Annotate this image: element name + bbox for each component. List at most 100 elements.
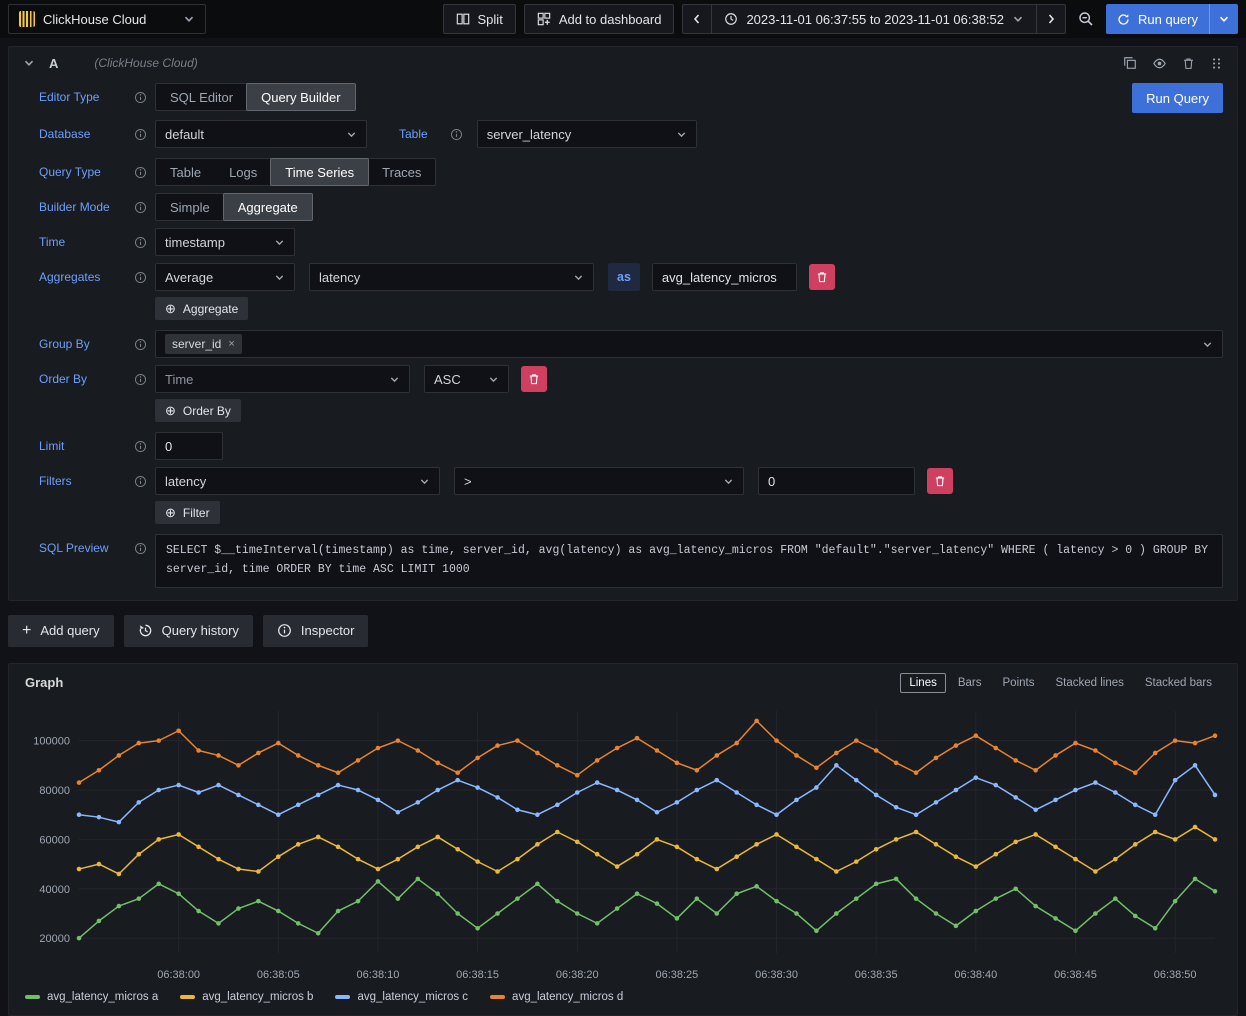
chevron-down-icon — [419, 476, 430, 487]
as-keyword-badge[interactable]: as — [608, 263, 640, 291]
datasource-name: ClickHouse Cloud — [43, 12, 146, 27]
chevron-down-icon — [1218, 13, 1230, 25]
chevron-down-icon — [183, 13, 195, 25]
graph-mode-stacked-bars[interactable]: Stacked bars — [1136, 673, 1221, 693]
svg-text:40000: 40000 — [39, 884, 70, 896]
duplicate-query-icon[interactable] — [1123, 56, 1137, 70]
info-icon[interactable] — [134, 373, 147, 386]
query-type-traces[interactable]: Traces — [368, 159, 435, 185]
run-query-interval-dropdown[interactable] — [1209, 4, 1238, 34]
order-by-direction-select[interactable]: ASC — [424, 365, 509, 393]
trash-icon — [934, 475, 946, 487]
legend-item[interactable]: avg_latency_micros b — [180, 991, 313, 1003]
plus-circle-icon: ⊕ — [165, 404, 176, 417]
query-ref-id[interactable]: A — [49, 56, 58, 71]
svg-text:06:38:10: 06:38:10 — [357, 969, 400, 981]
group-by-multiselect[interactable]: server_id × — [155, 330, 1223, 358]
info-icon[interactable] — [450, 128, 463, 141]
timeseries-chart[interactable]: 2000040000600008000010000006:38:0006:38:… — [17, 697, 1229, 989]
svg-text:06:38:35: 06:38:35 — [855, 969, 898, 981]
svg-text:06:38:25: 06:38:25 — [655, 969, 698, 981]
add-query-button[interactable]: + Add query — [8, 615, 114, 647]
remove-tag-icon[interactable]: × — [228, 338, 234, 350]
add-to-dashboard-button[interactable]: Add to dashboard — [524, 4, 675, 34]
builder-mode-simple[interactable]: Simple — [156, 194, 224, 220]
remove-order-by-button[interactable] — [521, 366, 547, 392]
time-shift-back-button[interactable] — [682, 4, 712, 34]
editor-type-query-builder[interactable]: Query Builder — [246, 83, 355, 111]
series-color-swatch — [25, 995, 40, 999]
zoom-out-button[interactable] — [1074, 11, 1098, 27]
clickhouse-logo-icon — [19, 11, 35, 27]
graph-mode-stacked-lines[interactable]: Stacked lines — [1046, 673, 1132, 693]
remove-aggregate-button[interactable] — [809, 264, 835, 290]
aggregate-alias-input[interactable] — [652, 263, 797, 291]
query-type-time-series[interactable]: Time Series — [270, 158, 369, 186]
run-query-button[interactable]: Run query — [1106, 4, 1209, 34]
table-select[interactable]: server_latency — [477, 120, 697, 148]
info-icon[interactable] — [134, 201, 147, 214]
add-aggregate-button[interactable]: ⊕ Aggregate — [155, 297, 248, 320]
info-icon[interactable] — [134, 542, 147, 555]
trash-icon — [528, 373, 540, 385]
time-shift-forward-button[interactable] — [1036, 4, 1066, 34]
order-by-field-select[interactable]: Time — [155, 365, 410, 393]
svg-text:06:38:40: 06:38:40 — [954, 969, 997, 981]
svg-text:06:38:30: 06:38:30 — [755, 969, 798, 981]
aggregate-function-select[interactable]: Average — [155, 263, 295, 291]
info-icon[interactable] — [134, 338, 147, 351]
chevron-down-icon — [573, 272, 584, 283]
editor-type-sql-editor[interactable]: SQL Editor — [156, 84, 247, 110]
inspector-button[interactable]: Inspector — [263, 615, 368, 647]
svg-text:80000: 80000 — [39, 785, 70, 797]
database-select[interactable]: default — [155, 120, 367, 148]
info-icon[interactable] — [134, 166, 147, 179]
add-filter-button[interactable]: ⊕ Filter — [155, 501, 220, 524]
plus-icon: + — [22, 623, 31, 639]
remove-query-trash-icon[interactable] — [1182, 57, 1195, 70]
graph-mode-points[interactable]: Points — [994, 673, 1044, 693]
graph-mode-bars[interactable]: Bars — [949, 673, 991, 693]
hide-query-eye-icon[interactable] — [1152, 56, 1167, 71]
legend-item[interactable]: avg_latency_micros a — [25, 991, 158, 1003]
editor-type-toggle: SQL Editor Query Builder — [155, 83, 356, 111]
chevron-down-icon — [346, 129, 357, 140]
datasource-picker[interactable]: ClickHouse Cloud — [8, 4, 206, 34]
legend-item[interactable]: avg_latency_micros c — [335, 991, 468, 1003]
run-query-panel-button[interactable]: Run Query — [1132, 83, 1223, 113]
query-type-logs[interactable]: Logs — [215, 159, 271, 185]
collapse-query-icon[interactable] — [23, 57, 35, 69]
drag-handle-icon[interactable] — [1210, 57, 1223, 70]
chevron-right-icon — [1045, 13, 1057, 25]
builder-mode-label: Builder Mode — [23, 193, 147, 221]
query-history-button[interactable]: Query history — [124, 615, 253, 647]
filter-operator-select[interactable]: > — [454, 467, 744, 495]
legend-item[interactable]: avg_latency_micros d — [490, 991, 623, 1003]
time-range-button[interactable]: 2023-11-01 06:37:55 to 2023-11-01 06:38:… — [711, 4, 1037, 34]
aggregate-column-select[interactable]: latency — [309, 263, 594, 291]
graph-title: Graph — [25, 675, 63, 690]
remove-filter-button[interactable] — [927, 468, 953, 494]
order-by-label: Order By — [23, 365, 147, 393]
split-button[interactable]: Split — [443, 4, 516, 34]
filter-value-input[interactable] — [758, 467, 915, 495]
info-icon[interactable] — [134, 271, 147, 284]
filter-field-select[interactable]: latency — [155, 467, 440, 495]
svg-text:06:38:00: 06:38:00 — [157, 969, 200, 981]
query-type-table[interactable]: Table — [156, 159, 215, 185]
info-icon[interactable] — [134, 236, 147, 249]
svg-text:100000: 100000 — [33, 736, 70, 748]
limit-input[interactable] — [155, 432, 223, 460]
info-icon[interactable] — [134, 440, 147, 453]
info-icon[interactable] — [134, 128, 147, 141]
time-column-select[interactable]: timestamp — [155, 228, 295, 256]
time-picker-group: 2023-11-01 06:37:55 to 2023-11-01 06:38:… — [682, 4, 1066, 34]
group-by-label: Group By — [23, 330, 147, 358]
graph-panel: Graph Lines Bars Points Stacked lines St… — [8, 663, 1238, 1016]
info-icon[interactable] — [134, 91, 147, 104]
builder-mode-aggregate[interactable]: Aggregate — [223, 193, 313, 221]
info-icon[interactable] — [134, 475, 147, 488]
graph-mode-lines[interactable]: Lines — [900, 673, 946, 693]
add-order-by-button[interactable]: ⊕ Order By — [155, 399, 241, 422]
chevron-down-icon — [274, 272, 285, 283]
